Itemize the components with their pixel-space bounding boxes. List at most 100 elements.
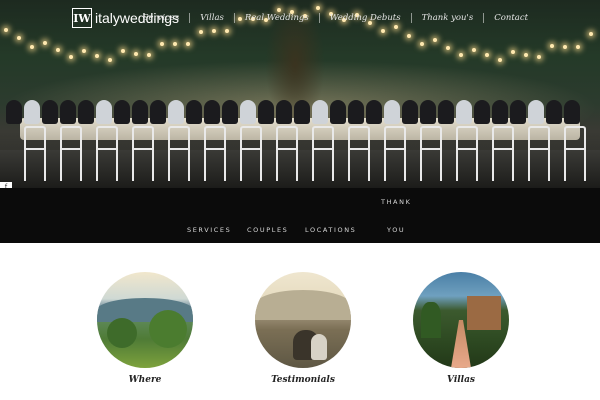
string-light xyxy=(30,44,34,49)
card-villas-label[interactable]: Villas xyxy=(413,375,509,385)
string-light xyxy=(173,42,177,47)
string-light xyxy=(420,41,424,46)
where-tree xyxy=(149,310,187,348)
testimonials-mountain xyxy=(255,290,351,320)
string-light xyxy=(550,44,554,49)
string-light xyxy=(108,57,112,62)
chair xyxy=(492,126,514,181)
guest-silhouette xyxy=(456,100,472,124)
string-light xyxy=(160,41,164,46)
nav-contact[interactable]: Contact xyxy=(484,13,538,23)
card-testimonials[interactable]: Testimonials xyxy=(255,272,351,385)
string-light xyxy=(121,49,125,54)
card-where-label[interactable]: Where xyxy=(97,375,193,385)
string-light xyxy=(69,54,73,59)
testimonials-dress xyxy=(311,334,327,360)
guest-silhouette xyxy=(132,100,148,124)
guest-silhouette xyxy=(42,100,58,124)
chair xyxy=(456,126,478,181)
subnav-services[interactable]: SERVICES xyxy=(187,226,231,234)
subnav-thank[interactable]: THANK xyxy=(381,198,411,206)
string-light xyxy=(186,41,190,46)
string-light xyxy=(82,48,86,53)
guest-silhouette xyxy=(474,100,490,124)
nav-services[interactable]: Services xyxy=(133,13,191,23)
hero-image xyxy=(0,0,600,188)
card-where[interactable]: Where xyxy=(97,272,193,385)
string-light xyxy=(563,44,567,49)
string-light xyxy=(485,53,489,58)
villas-image[interactable] xyxy=(413,272,509,368)
chair xyxy=(276,126,298,181)
guest-silhouette xyxy=(366,100,382,124)
nav-wedding-debuts[interactable]: Wedding Debuts xyxy=(320,13,412,23)
villas-building xyxy=(467,296,501,330)
guest-silhouette xyxy=(294,100,310,124)
subnav-couples[interactable]: COUPLES xyxy=(247,226,288,234)
nav-real-weddings[interactable]: Real Weddings xyxy=(235,13,320,23)
guest-silhouette xyxy=(438,100,454,124)
nav-thank-yous[interactable]: Thank you's xyxy=(412,13,485,23)
guest-silhouette xyxy=(6,100,22,124)
guest-silhouette xyxy=(402,100,418,124)
chair xyxy=(168,126,190,181)
chair xyxy=(564,126,586,181)
nav-villas[interactable]: Villas xyxy=(190,13,235,23)
string-light xyxy=(56,48,60,53)
chair xyxy=(528,126,550,181)
guest-silhouette xyxy=(96,100,112,124)
string-light xyxy=(394,25,398,29)
main-nav: Services Villas Real Weddings Wedding De… xyxy=(133,13,538,23)
chair xyxy=(132,126,154,181)
guest-silhouette xyxy=(204,100,220,124)
string-light xyxy=(446,45,450,50)
where-image[interactable] xyxy=(97,272,193,368)
string-light xyxy=(147,53,151,58)
card-testimonials-label[interactable]: Testimonials xyxy=(255,375,351,385)
guest-silhouette xyxy=(546,100,562,124)
guest-silhouette xyxy=(312,100,328,124)
subnav-locations[interactable]: LOCATIONS xyxy=(305,226,356,234)
string-light xyxy=(134,51,138,56)
where-tree xyxy=(107,318,137,348)
string-light xyxy=(498,57,502,62)
guest-silhouette xyxy=(330,100,346,124)
guest-silhouette xyxy=(24,100,40,124)
string-light xyxy=(407,33,411,38)
string-light xyxy=(576,44,580,49)
card-villas[interactable]: Villas xyxy=(413,272,509,385)
string-light xyxy=(459,53,463,58)
chair xyxy=(312,126,334,181)
subnav-you[interactable]: YOU xyxy=(387,226,405,234)
guest-silhouette xyxy=(420,100,436,124)
string-light xyxy=(199,29,203,34)
string-light xyxy=(212,29,216,33)
guest-silhouette xyxy=(564,100,580,124)
guest-silhouette xyxy=(348,100,364,124)
guest-silhouette xyxy=(186,100,202,124)
chair xyxy=(204,126,226,181)
chair xyxy=(60,126,82,181)
guest-silhouette xyxy=(168,100,184,124)
guest-silhouette xyxy=(492,100,508,124)
guest-silhouette xyxy=(528,100,544,124)
logo-mark: IW xyxy=(72,8,92,28)
subnav-band: SERVICES COUPLES LOCATIONS THANK YOU xyxy=(0,188,600,243)
guest-silhouette xyxy=(276,100,292,124)
string-light xyxy=(524,52,528,57)
guest-silhouette xyxy=(222,100,238,124)
string-light xyxy=(225,28,229,33)
chair xyxy=(384,126,406,181)
string-light xyxy=(277,7,281,12)
guest-silhouette xyxy=(60,100,76,124)
guest-silhouette xyxy=(240,100,256,124)
guest-silhouette xyxy=(114,100,130,124)
testimonials-image[interactable] xyxy=(255,272,351,368)
villas-hedge xyxy=(421,302,441,338)
string-light xyxy=(511,49,515,54)
string-light xyxy=(433,38,437,43)
string-light xyxy=(17,36,21,41)
chair xyxy=(96,126,118,181)
guest-silhouette xyxy=(384,100,400,124)
string-light xyxy=(589,32,593,37)
